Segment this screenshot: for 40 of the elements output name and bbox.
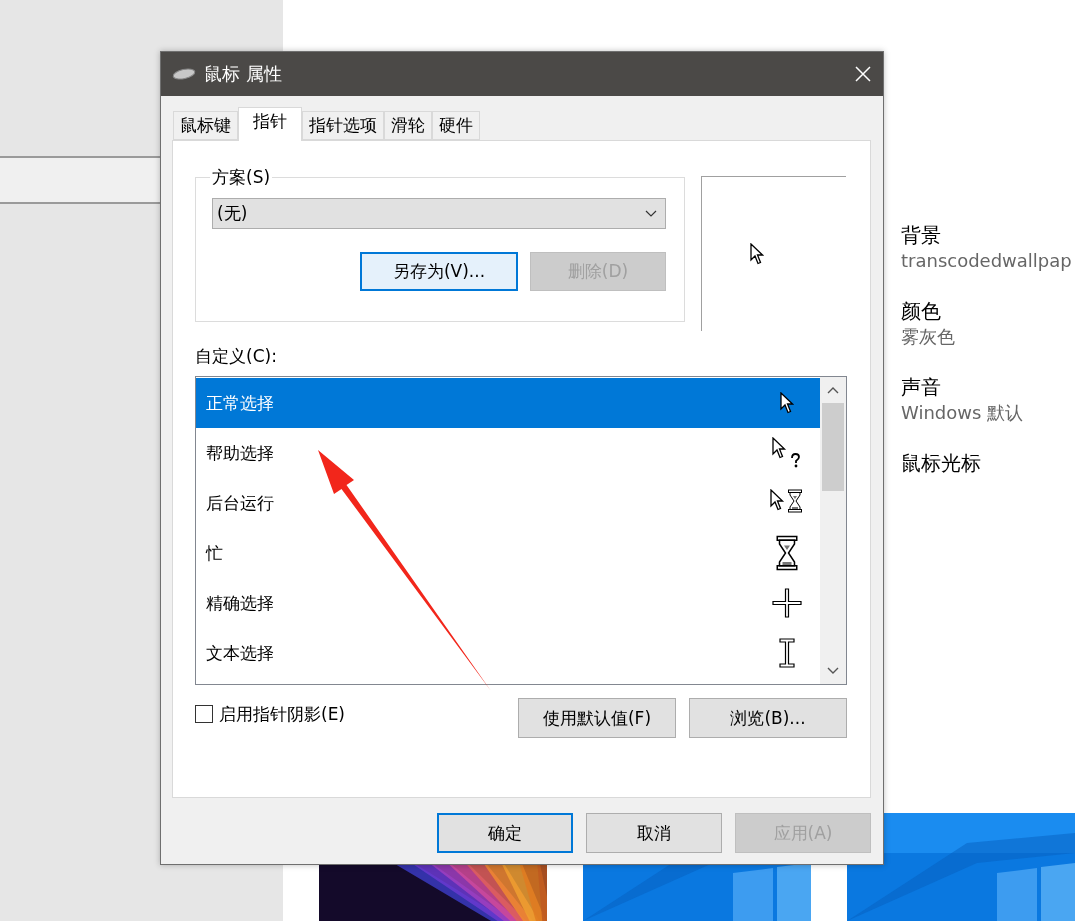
group-label: 方案(S) xyxy=(211,166,272,189)
list-button[interactable]: 浏览(B)... xyxy=(689,698,847,738)
scroll-thumb[interactable] xyxy=(822,403,844,491)
tab[interactable]: 滑轮 xyxy=(384,111,432,140)
setting-value: transcodedwallpap xyxy=(901,249,1073,273)
text-cursor-icon xyxy=(777,638,797,668)
hourglass-icon xyxy=(775,535,799,571)
list-item[interactable]: 忙 xyxy=(196,528,820,578)
list-item[interactable]: 正常选择 xyxy=(196,378,820,428)
help-pointer-icon xyxy=(772,437,802,469)
window-title: 鼠标 属性 xyxy=(204,62,283,86)
setting-title[interactable]: 鼠标光标 xyxy=(901,449,1076,477)
checkbox[interactable] xyxy=(195,705,213,723)
list-button[interactable]: 使用默认值(F) xyxy=(518,698,676,738)
close-icon[interactable] xyxy=(855,66,871,82)
setting-title[interactable]: 颜色 xyxy=(901,297,1076,325)
dialog-button[interactable]: 取消 xyxy=(586,813,722,853)
mouse-icon xyxy=(172,68,196,80)
checkbox-label: 启用指针阴影(E) xyxy=(219,702,346,726)
chevron-down-icon xyxy=(645,210,657,217)
tab[interactable]: 指针选项 xyxy=(302,111,384,140)
dialog-button[interactable]: 确定 xyxy=(437,813,573,853)
crosshair-icon xyxy=(772,588,802,618)
scheme-button[interactable]: 另存为(V)... xyxy=(360,252,518,291)
scrollbar[interactable] xyxy=(820,377,846,684)
setting-value: 雾灰色 xyxy=(901,325,956,349)
setting-title[interactable]: 声音 xyxy=(901,373,1076,401)
setting-title[interactable]: 背景 xyxy=(901,221,1076,249)
tab[interactable]: 硬件 xyxy=(432,111,480,140)
scheme-dropdown[interactable]: (无) xyxy=(212,198,666,229)
pointer-arrow-icon xyxy=(780,392,794,414)
list-item[interactable]: 帮助选择 xyxy=(196,428,820,478)
pointer-arrow-icon xyxy=(750,243,764,265)
list-item[interactable]: 精确选择 xyxy=(196,578,820,628)
list-item[interactable]: 文本选择 xyxy=(196,628,820,678)
list-label: 自定义(C): xyxy=(195,345,277,368)
setting-value: Windows 默认 xyxy=(901,401,1025,425)
tab[interactable]: 鼠标键 xyxy=(173,111,238,140)
list-item[interactable]: 后台运行 xyxy=(196,478,820,528)
tab[interactable]: 指针 xyxy=(238,107,302,141)
